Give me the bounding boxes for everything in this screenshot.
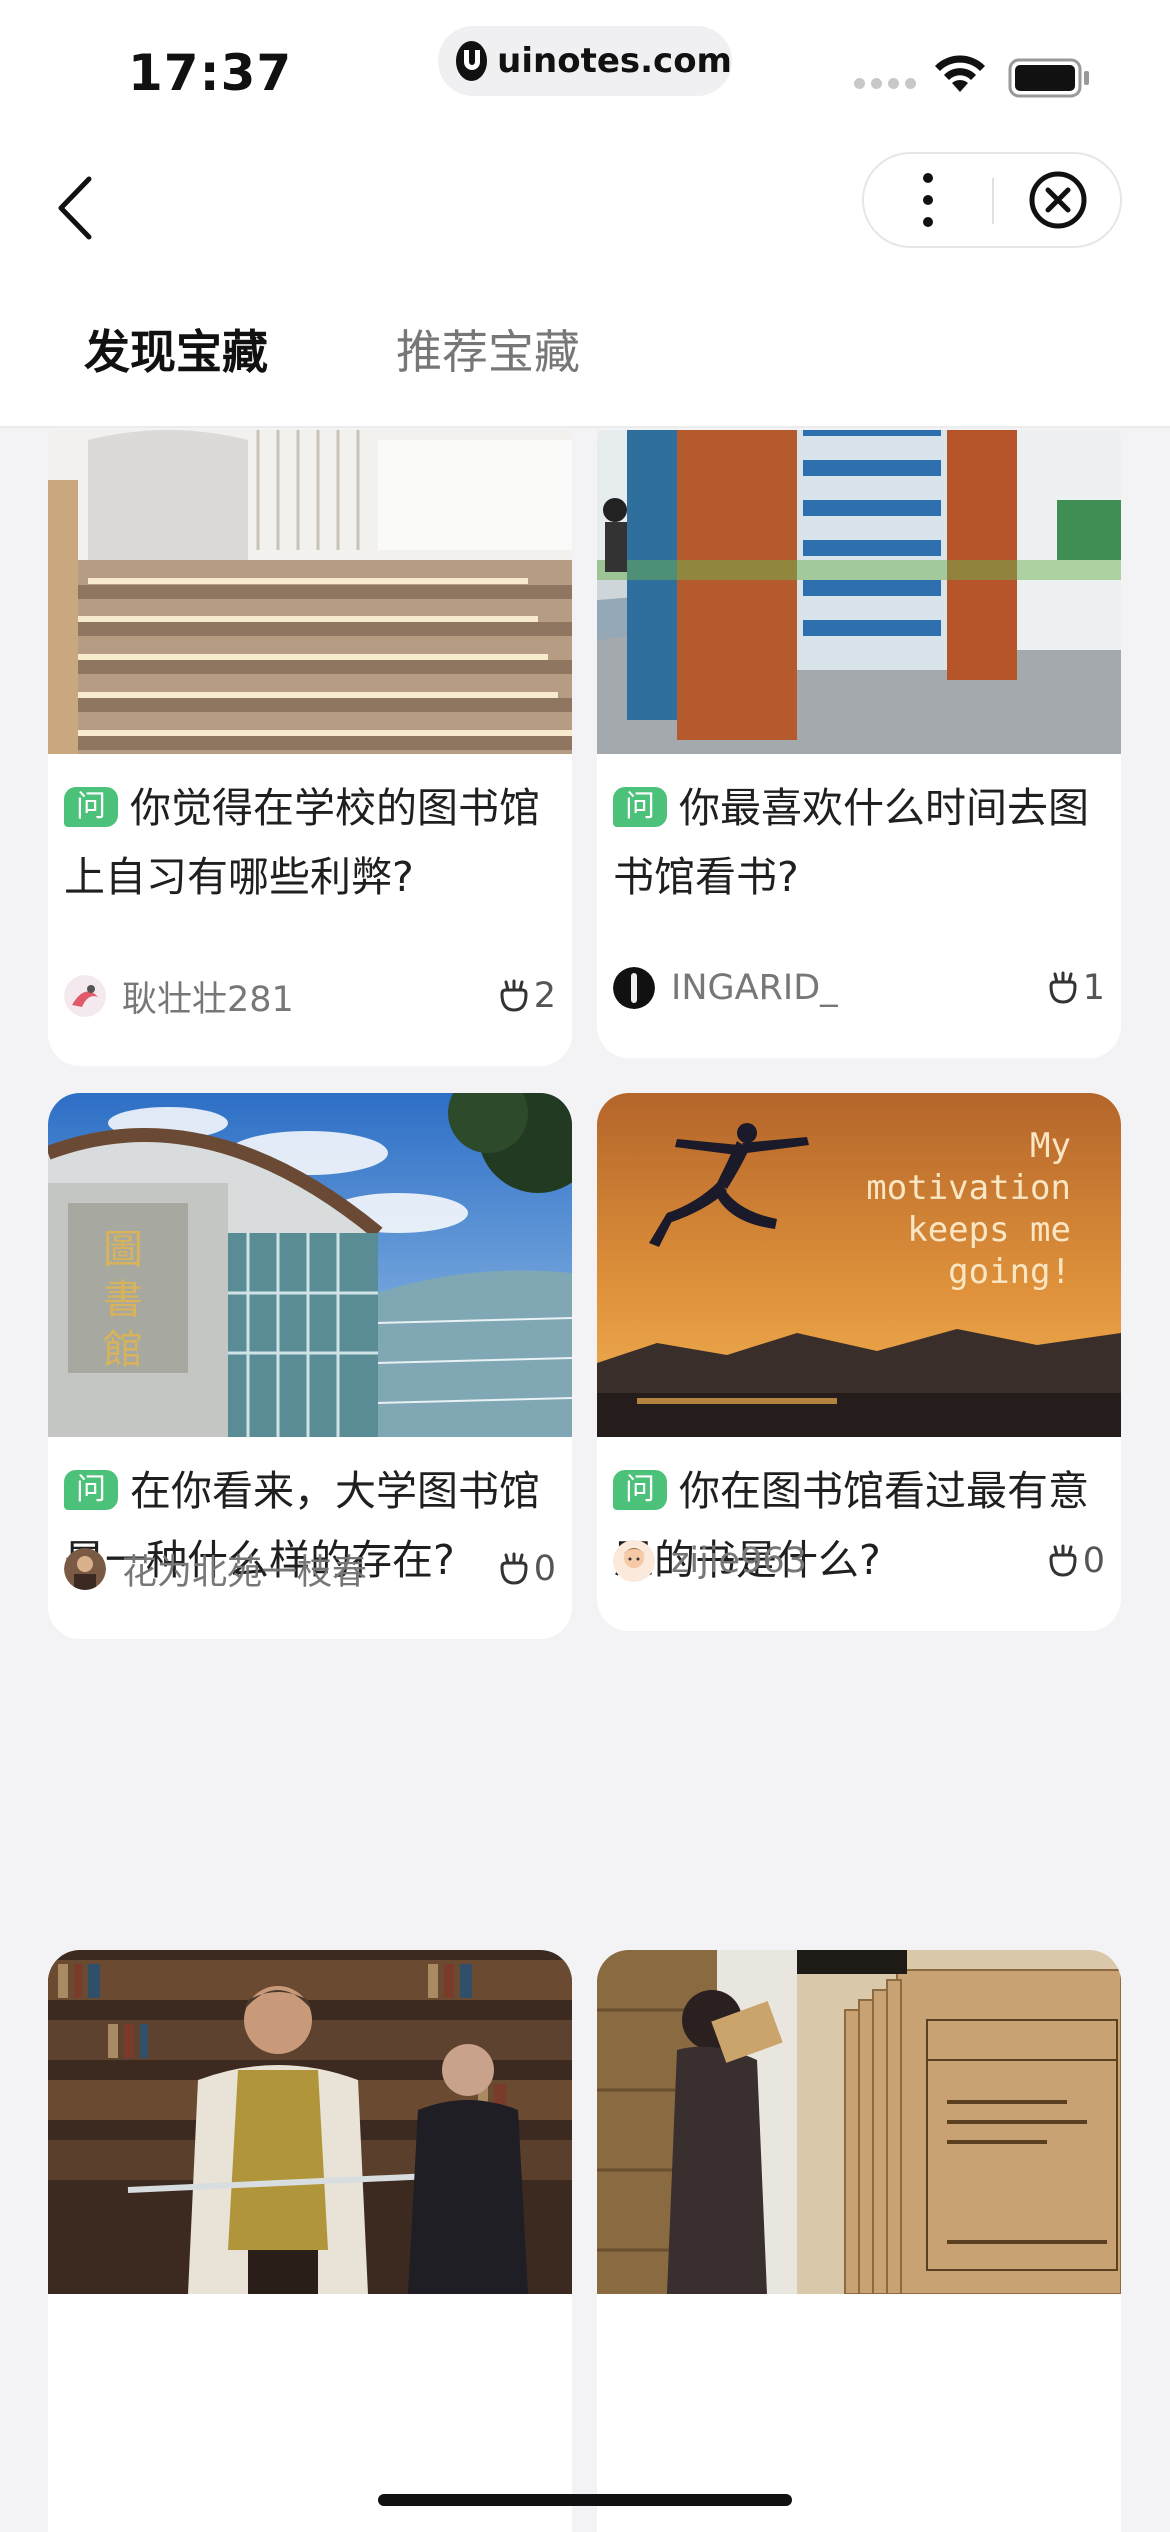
author-name[interactable]: 耿壮壮281 [122,971,496,1022]
question-badge: 问 [64,787,118,827]
card-image-library-stairs [48,430,572,754]
like-icon [1049,1544,1077,1577]
question-card[interactable]: 问你觉得在学校的图书馆上自习有哪些利弊? 耿壮壮281 2 [48,430,572,1066]
tab-recommend-label: 推荐宝藏 [396,325,580,379]
question-card[interactable] [597,1950,1121,2532]
url-text: uinotes.com [497,41,732,81]
card-title-text: 你最喜欢什么时间去图书馆看书? [613,784,1089,901]
like-count-value: 1 [1082,968,1105,1008]
question-badge: 问 [613,1470,667,1510]
caption-line: motivation [866,1168,1071,1208]
status-bar: 17:37 uinotes.com [0,0,1170,140]
like-count-value: 0 [1082,1541,1105,1581]
card-image-library-bookshelves [597,430,1121,754]
card-meta: INGARID_ 1 [613,966,1105,1010]
like-count[interactable]: 0 [1045,1541,1105,1581]
card-image-motivation-runner: My motivation keeps me going! [597,1093,1121,1437]
wifi-icon [932,52,988,98]
nav-bar [0,140,1170,270]
caption-line: going! [948,1252,1071,1292]
like-count-value: 0 [533,1549,556,1589]
card-title: 问你觉得在学校的图书馆上自习有哪些利弊? [48,754,572,912]
avatar[interactable] [613,1540,655,1582]
site-logo-icon [456,41,488,81]
close-circle-icon [1029,171,1087,229]
status-time: 17:37 [128,44,293,102]
question-card[interactable]: 问你最喜欢什么时间去图书馆看书? INGARID_ 1 [597,430,1121,1058]
back-button[interactable] [40,168,110,248]
like-count[interactable]: 2 [496,976,556,1016]
like-count[interactable]: 0 [496,1549,556,1589]
author-name[interactable]: zijie963 [671,1541,1045,1581]
tab-active-underline [84,380,268,388]
like-icon [500,979,528,1012]
url-pill[interactable]: uinotes.com [438,26,732,96]
author-name[interactable]: INGARID_ [671,968,1045,1008]
close-button[interactable] [994,154,1122,246]
card-image-library-building: 圖書館 [48,1093,572,1437]
tab-discover-label: 发现宝藏 [84,325,268,379]
more-button[interactable] [864,154,992,246]
svg-text:圖: 圖 [103,1227,143,1273]
question-badge: 问 [613,787,667,827]
mini-program-capsule [862,152,1122,248]
like-count-value: 2 [533,976,556,1016]
tab-bar: 发现宝藏 推荐宝藏 [0,270,1170,428]
like-count[interactable]: 1 [1045,968,1105,1008]
question-card[interactable]: 圖書館 问在你看来，大学图书馆是一种什么样的存在? 花为北苑一枝春 0 [48,1093,572,1639]
caption-line: My [1030,1126,1071,1166]
card-title: 问你最喜欢什么时间去图书馆看书? [597,754,1121,912]
avatar[interactable] [613,967,655,1009]
card-image-archive-files [597,1950,1121,2294]
battery-icon [1008,58,1092,102]
svg-text:書: 書 [103,1277,143,1323]
card-meta: 耿壮壮281 2 [64,974,556,1020]
back-arrow-icon [58,176,92,240]
more-icon [923,173,933,227]
card-image-man-in-library [48,1950,572,2294]
like-icon [500,1552,528,1585]
question-feed: 问你觉得在学校的图书馆上自习有哪些利弊? 耿壮壮281 2 问 你最喜欢什么时间… [0,430,1170,2532]
tab-discover[interactable]: 发现宝藏 [84,316,268,388]
card-meta: zijie963 0 [613,1539,1105,1583]
like-icon [1049,971,1077,1004]
card-meta: 花为北苑一枝春 0 [64,1547,556,1593]
avatar[interactable] [64,1548,106,1590]
author-name[interactable]: 花为北苑一枝春 [122,1544,496,1595]
card-title-text: 你觉得在学校的图书馆上自习有哪些利弊? [64,784,540,901]
caption-line: keeps me [907,1210,1071,1250]
question-card[interactable] [48,1950,572,2532]
svg-text:館: 館 [103,1327,143,1373]
question-card[interactable]: My motivation keeps me going! 问你在图书馆看过最有… [597,1093,1121,1631]
avatar[interactable] [64,975,106,1017]
question-badge: 问 [64,1470,118,1510]
signal-icon [854,78,916,89]
home-indicator [378,2494,792,2506]
tab-recommend[interactable]: 推荐宝藏 [396,316,580,382]
